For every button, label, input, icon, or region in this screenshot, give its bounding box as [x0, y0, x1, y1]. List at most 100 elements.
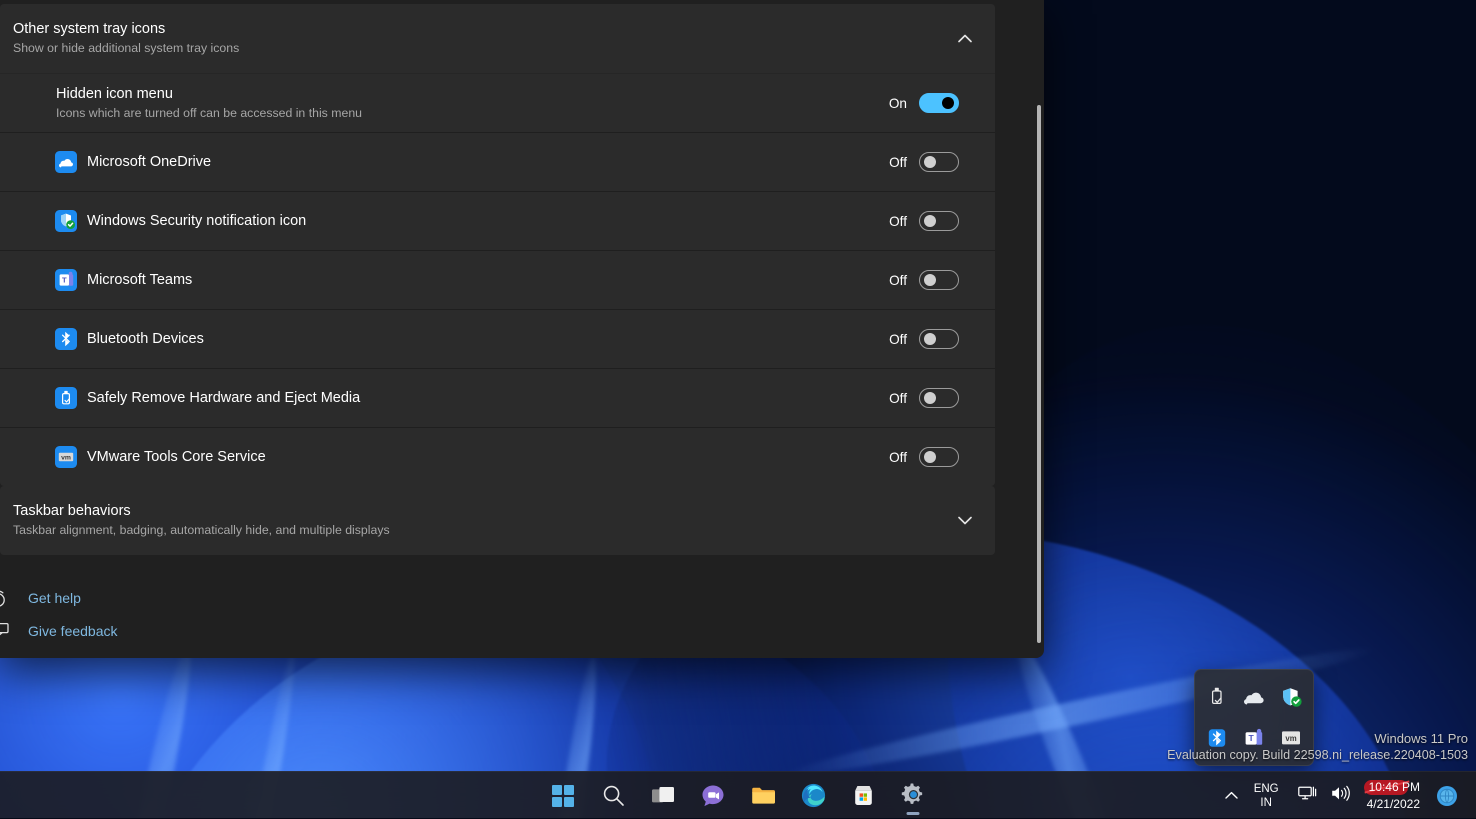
taskbar-task-view-button[interactable] [643, 776, 683, 816]
evaluation-watermark: Windows 11 Pro Evaluation copy. Build 22… [1167, 730, 1468, 764]
language-line2: IN [1260, 796, 1272, 810]
bluetooth-devices-text: Bluetooth Devices [87, 330, 885, 349]
taskbar-behaviors-card: Taskbar behaviors Taskbar alignment, bad… [0, 486, 995, 555]
windows-security-title: Windows Security notification icon [87, 212, 885, 231]
get-help-link[interactable]: ? Get help [0, 581, 400, 614]
taskbar-behaviors-subtitle: Taskbar alignment, badging, automaticall… [13, 522, 949, 539]
safely-remove-hardware-title: Safely Remove Hardware and Eject Media [87, 389, 885, 408]
flyout-onedrive-cloud-icon[interactable] [1236, 676, 1273, 718]
taskbar-search-button[interactable] [593, 776, 633, 816]
settings-scrollbar[interactable] [1035, 100, 1043, 648]
other-system-tray-icons-card: Other system tray icons Show or hide add… [0, 4, 995, 486]
vmware-tools-toggle-label: Off [885, 450, 907, 465]
taskbar-file-explorer-button[interactable] [743, 776, 783, 816]
toggle-knob [924, 156, 936, 168]
setting-row-bluetooth-devices[interactable]: Bluetooth Devices Off [0, 309, 995, 368]
feedback-icon [0, 621, 17, 641]
network-volume-group[interactable] [1288, 776, 1361, 816]
clock-time-wrap: 10:46 PM [1369, 779, 1420, 796]
svg-text:vm: vm [61, 454, 71, 461]
taskbar-microsoft-store-button[interactable] [843, 776, 883, 816]
other-system-tray-icons-header[interactable]: Other system tray icons Show or hide add… [0, 4, 995, 73]
bluetooth-devices-toggle[interactable] [919, 329, 959, 349]
taskbar-behaviors-text: Taskbar behaviors Taskbar alignment, bad… [13, 502, 949, 539]
watermark-edition: Windows 11 Pro [1167, 730, 1468, 747]
chevron-up-icon[interactable] [949, 23, 981, 55]
toggle-knob [924, 451, 936, 463]
chevron-down-icon[interactable] [949, 505, 981, 537]
taskbar-settings-button[interactable] [893, 776, 933, 816]
settings-scrollbar-thumb[interactable] [1037, 105, 1041, 643]
taskbar-behaviors-header[interactable]: Taskbar behaviors Taskbar alignment, bad… [0, 486, 995, 555]
usb-eject-icon [55, 387, 77, 409]
setting-row-vmware-tools[interactable]: vm VMware Tools Core Service Off [0, 427, 995, 486]
taskbar-center-group [543, 772, 933, 819]
vmware-tools-toggle-wrap: Off [885, 447, 959, 467]
help-question-icon: ? [0, 588, 17, 608]
setting-row-safely-remove-hardware[interactable]: Safely Remove Hardware and Eject Media O… [0, 368, 995, 427]
show-hidden-icons-button[interactable] [1218, 776, 1245, 816]
setting-row-microsoft-onedrive[interactable]: Microsoft OneDrive Off [0, 132, 995, 191]
taskbar-behaviors-title: Taskbar behaviors [13, 502, 949, 521]
toggle-knob [924, 274, 936, 286]
settings-scroll-content: Other system tray icons Show or hide add… [0, 0, 1044, 658]
volume-icon[interactable] [1331, 785, 1351, 807]
network-icon[interactable] [1298, 785, 1318, 807]
bluetooth-devices-title: Bluetooth Devices [87, 330, 885, 349]
vmware-tools-toggle[interactable] [919, 447, 959, 467]
svg-text:?: ? [0, 595, 1, 605]
bluetooth-devices-toggle-wrap: Off [885, 329, 959, 349]
microsoft-teams-toggle-label: Off [885, 273, 907, 288]
setting-row-windows-security[interactable]: Windows Security notification icon Off [0, 191, 995, 250]
taskbar-chat-button[interactable] [693, 776, 733, 816]
vmware-tools-title: VMware Tools Core Service [87, 448, 885, 467]
notification-center-button[interactable] [1430, 776, 1464, 816]
safely-remove-hardware-toggle[interactable] [919, 388, 959, 408]
setting-row-hidden-icon-menu[interactable]: Hidden icon menu Icons which are turned … [0, 73, 995, 132]
microsoft-onedrive-toggle-label: Off [885, 155, 907, 170]
toggle-knob [942, 97, 954, 109]
microsoft-onedrive-toggle[interactable] [919, 152, 959, 172]
taskbar-start-button[interactable] [543, 776, 583, 816]
hidden-icon-menu-toggle[interactable] [919, 93, 959, 113]
other-system-tray-icons-subtitle: Show or hide additional system tray icon… [13, 40, 949, 57]
safely-remove-hardware-toggle-wrap: Off [885, 388, 959, 408]
onedrive-icon [55, 151, 77, 173]
setting-row-microsoft-teams[interactable]: T Microsoft Teams Off [0, 250, 995, 309]
clock-time: 10:46 PM [1369, 780, 1420, 794]
microsoft-teams-title: Microsoft Teams [87, 271, 885, 290]
give-feedback-label: Give feedback [28, 623, 118, 639]
windows-security-icon [55, 210, 77, 232]
hidden-icon-menu-title: Hidden icon menu [56, 85, 885, 104]
bluetooth-devices-toggle-label: Off [885, 332, 907, 347]
other-system-tray-icons-text: Other system tray icons Show or hide add… [13, 20, 949, 57]
show-desktop-button[interactable] [1464, 772, 1472, 819]
toggle-knob [924, 333, 936, 345]
taskbar-system-tray: ENG IN 10 [1218, 772, 1472, 819]
taskbar: ENG IN 10 [0, 771, 1476, 818]
microsoft-onedrive-title: Microsoft OneDrive [87, 153, 885, 172]
microsoft-onedrive-toggle-wrap: Off [885, 152, 959, 172]
give-feedback-link[interactable]: Give feedback [0, 614, 400, 647]
language-indicator[interactable]: ENG IN [1245, 776, 1288, 816]
settings-window: Other system tray icons Show or hide add… [0, 0, 1044, 658]
other-system-tray-icons-title: Other system tray icons [13, 20, 949, 39]
microsoft-teams-text: Microsoft Teams [87, 271, 885, 290]
watermark-build: Evaluation copy. Build 22598.ni_release.… [1167, 747, 1468, 764]
windows-security-toggle[interactable] [919, 211, 959, 231]
microsoft-teams-toggle-wrap: Off [885, 270, 959, 290]
windows-security-toggle-wrap: Off [885, 211, 959, 231]
hidden-icon-menu-toggle-label: On [885, 96, 907, 111]
svg-text:T: T [62, 275, 67, 284]
flyout-windows-security-shield-icon[interactable] [1272, 676, 1309, 718]
windows-security-toggle-label: Off [885, 214, 907, 229]
toggle-knob [924, 215, 936, 227]
flyout-usb-eject-icon[interactable] [1199, 676, 1236, 718]
microsoft-teams-toggle[interactable] [919, 270, 959, 290]
microsoft-onedrive-text: Microsoft OneDrive [87, 153, 885, 172]
taskbar-clock[interactable]: 10:46 PM 4/21/2022 [1361, 776, 1430, 816]
vmware-icon: vm [55, 446, 77, 468]
windows-security-text: Windows Security notification icon [87, 212, 885, 231]
taskbar-microsoft-edge-button[interactable] [793, 776, 833, 816]
hidden-icon-menu-text: Hidden icon menu Icons which are turned … [56, 85, 885, 122]
